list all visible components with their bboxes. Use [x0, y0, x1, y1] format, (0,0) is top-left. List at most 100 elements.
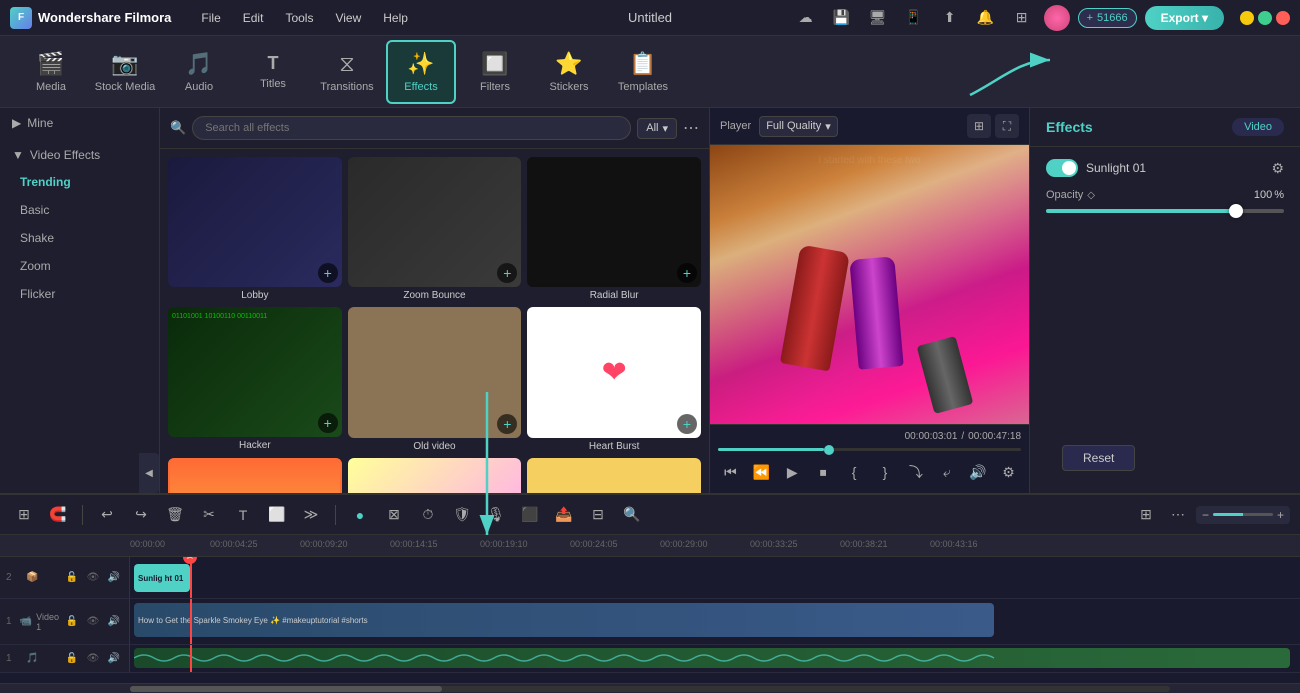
tool-filters[interactable]: 🔲 Filters [460, 40, 530, 104]
track-1-volume[interactable]: 🔊 [105, 613, 123, 631]
magnet-button[interactable]: 🧲 [44, 501, 72, 529]
audio-volume[interactable]: 🔊 [105, 650, 123, 668]
close-button[interactable] [1276, 11, 1290, 25]
phone-icon[interactable]: 📱 [900, 4, 928, 32]
apps-icon[interactable]: ⊞ [1008, 4, 1036, 32]
audio-lock[interactable]: 🔓 [63, 650, 81, 668]
menu-tools[interactable]: Tools [275, 7, 323, 29]
undo-button[interactable]: ↩ [93, 501, 121, 529]
effect-heart-burst[interactable]: ❤ + Heart Burst [527, 307, 701, 451]
crop-button[interactable]: ⬜ [263, 501, 291, 529]
track-2-eye[interactable]: 👁 [84, 569, 102, 587]
tool-transitions[interactable]: ⧖ Transitions [312, 40, 382, 104]
play-button[interactable]: ▶ [780, 459, 805, 485]
add-lobby-button[interactable]: + [318, 263, 338, 283]
menu-view[interactable]: View [325, 7, 371, 29]
tool-audio[interactable]: 🎵 Audio [164, 40, 234, 104]
export-frame-button[interactable]: 📤 [550, 501, 578, 529]
group-button[interactable]: ⊞ [10, 501, 38, 529]
effect-add-button[interactable]: ● [346, 501, 374, 529]
menu-edit[interactable]: Edit [233, 7, 274, 29]
settings-button[interactable]: ⚙ [996, 459, 1021, 485]
tool-effects[interactable]: ✨ Effects [386, 40, 456, 104]
tool-stickers[interactable]: ⭐ Stickers [534, 40, 604, 104]
search-input[interactable] [192, 116, 631, 140]
tool-templates[interactable]: 📋 Templates [608, 40, 678, 104]
opacity-slider[interactable] [1046, 209, 1284, 213]
zoom-slider[interactable] [1213, 513, 1273, 516]
speed-button[interactable]: ⏱ [414, 501, 442, 529]
delete-button[interactable]: 🗑 [161, 501, 189, 529]
transition-add-button[interactable]: ⊠ [380, 501, 408, 529]
track-2-volume[interactable]: 🔊 [105, 569, 123, 587]
add-heart-button[interactable]: + [677, 414, 697, 434]
subtitle-button[interactable]: ⬛ [516, 501, 544, 529]
scroll-track[interactable] [130, 686, 1170, 692]
filter-dropdown[interactable]: All ▾ [637, 118, 677, 139]
progress-thumb[interactable] [824, 445, 834, 455]
track-1-eye[interactable]: 👁 [84, 613, 102, 631]
audio-record-button[interactable]: 🎙 [482, 501, 510, 529]
sidebar-item-flicker[interactable]: Flicker [0, 280, 159, 308]
mask-button[interactable]: 🛡 [448, 501, 476, 529]
minimize-button[interactable] [1240, 11, 1254, 25]
scroll-thumb[interactable] [130, 686, 442, 692]
effect-settings-icon[interactable]: ⚙ [1271, 160, 1284, 177]
tool-media[interactable]: 🎬 Media [16, 40, 86, 104]
upload-icon[interactable]: ⬆ [936, 4, 964, 32]
track-1-lock[interactable]: 🔓 [63, 613, 81, 631]
audio-eye[interactable]: 👁 [84, 650, 102, 668]
mine-section-header[interactable]: ▶ Mine [0, 108, 159, 138]
add-zoom-button[interactable]: + [497, 263, 517, 283]
effect-enable-toggle[interactable] [1046, 159, 1078, 177]
insert-button[interactable]: ⤵ [903, 459, 928, 485]
video-tab[interactable]: Video [1232, 118, 1284, 136]
add-hacker-button[interactable]: + [318, 413, 338, 433]
zoom-plus[interactable]: + [1277, 508, 1284, 522]
save-icon[interactable]: 💾 [828, 4, 856, 32]
quality-dropdown[interactable]: Full Quality ▾ [759, 116, 838, 137]
credits-button[interactable]: + 51666 [1078, 8, 1137, 28]
cloud-icon[interactable]: ☁ [792, 4, 820, 32]
timeline-more-button[interactable]: ⋯ [1164, 501, 1192, 529]
append-button[interactable]: ⤶ [934, 459, 959, 485]
effect-flicker-jitter[interactable]: + Flicker Jitter 03 [348, 458, 522, 494]
skip-back-button[interactable]: ⏮ [718, 459, 743, 485]
export-button[interactable]: Export ▾ [1145, 6, 1224, 30]
effect-old-video[interactable]: + Old video [348, 307, 522, 451]
redo-button[interactable]: ↪ [127, 501, 155, 529]
sidebar-item-zoom[interactable]: Zoom [0, 252, 159, 280]
timeline-settings-button[interactable]: ⊞ [1132, 501, 1160, 529]
compare-button[interactable]: ⊟ [584, 501, 612, 529]
video-effects-header[interactable]: ▼ Video Effects [0, 142, 159, 168]
sidebar-item-trending[interactable]: Trending [0, 168, 159, 196]
effect-fire-ramen[interactable]: + Fire Ramen [168, 458, 342, 494]
collapse-panel-button[interactable]: ◀ [139, 453, 159, 493]
tool-titles[interactable]: T Titles [238, 40, 308, 104]
menu-file[interactable]: File [191, 7, 230, 29]
zoom-minus[interactable]: − [1202, 508, 1209, 522]
fullscreen-button[interactable]: ⛶ [995, 114, 1019, 138]
zoom-out-button2[interactable]: 🔍 [618, 501, 646, 529]
sidebar-item-basic[interactable]: Basic [0, 196, 159, 224]
text-button[interactable]: T [229, 501, 257, 529]
stop-button[interactable]: ⏹ [811, 459, 836, 485]
out-point-button[interactable]: } [873, 459, 898, 485]
progress-bar[interactable] [718, 448, 1021, 451]
effect-lobby[interactable]: + Lobby [168, 157, 342, 301]
audio-button[interactable]: 🔊 [965, 459, 990, 485]
effect-radial-blur[interactable]: + Radial Blur [527, 157, 701, 301]
effect-male-minion[interactable]: 👷 + Male Minion [527, 458, 701, 494]
effect-zoom-bounce[interactable]: + Zoom Bounce [348, 157, 522, 301]
video-clip[interactable]: How to Get the Sparkle Smokey Eye ✨ #mak… [134, 603, 994, 637]
add-oldvideo-button[interactable]: + [497, 414, 517, 434]
grid-view-button[interactable]: ⊞ [967, 114, 991, 138]
frame-back-button[interactable]: ⏪ [749, 459, 774, 485]
sidebar-item-shake[interactable]: Shake [0, 224, 159, 252]
monitor-icon[interactable]: 🖥 [864, 4, 892, 32]
tool-stock[interactable]: 📷 Stock Media [90, 40, 160, 104]
maximize-button[interactable] [1258, 11, 1272, 25]
reset-button[interactable]: Reset [1062, 445, 1135, 471]
effect-clip[interactable]: Sunlig ht 01 [134, 564, 190, 592]
menu-help[interactable]: Help [373, 7, 418, 29]
